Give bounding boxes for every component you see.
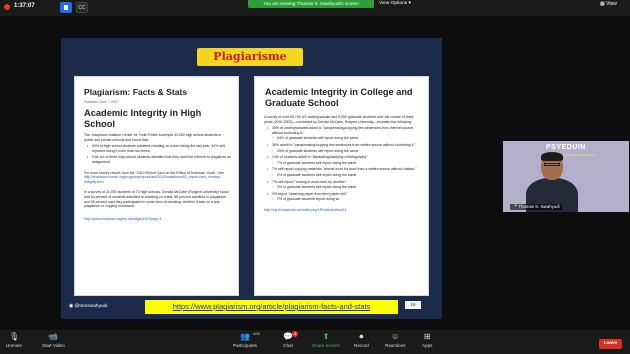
slide-handle-text: @tomswahyudi	[74, 304, 108, 309]
share-screen-label: Share Screen	[312, 343, 341, 348]
slide-title: Plagiarisme	[213, 50, 287, 63]
slide-title-banner: Plagiarisme	[197, 48, 303, 66]
panel1-bullet: 59% of high school students admitted che…	[87, 144, 231, 153]
leave-button[interactable]: Leave	[599, 339, 622, 349]
view-options-button[interactable]: View Options ▾	[379, 0, 411, 8]
presenter-glasses	[544, 163, 560, 166]
panel1-survey2: In a survey of 24,000 students at 70 hig…	[84, 190, 229, 209]
slide-panel-high-school: Plagiarism: Facts & Stats Published June…	[74, 76, 239, 296]
view-label: View	[606, 1, 617, 7]
slide-url-link[interactable]: https://www.plagiarism.org/article/plagi…	[145, 300, 398, 314]
record-button[interactable]: ⏺ Record	[354, 332, 369, 348]
share-screen-button[interactable]: ⬆ Share Screen	[312, 332, 340, 348]
stop-share-icon[interactable]	[60, 2, 72, 13]
panel2-intro: A survey of over 63,700 US undergraduate…	[264, 115, 414, 124]
panel1-published: Published June 7, 2017	[84, 100, 119, 104]
reactions-icon: ☺	[391, 332, 400, 341]
panel1-bullet: One out of three high school students ad…	[87, 155, 231, 164]
chat-label: Chat	[283, 343, 293, 348]
panel1-heading: Plagiarism: Facts & Stats	[84, 87, 188, 97]
panel2-item: 7% self report "turning in work done by …	[267, 180, 421, 185]
record-label: Record	[354, 343, 369, 348]
unmute-label: Unmute	[6, 343, 23, 348]
slide-url-banner: https://www.plagiarism.org/article/plagi…	[145, 300, 398, 314]
panel2-subitem: 25% of graduate students self report doi…	[272, 149, 421, 154]
video-brand-text: PSYEDUIN	[546, 144, 586, 151]
reactions-button[interactable]: ☺ Reactions	[385, 332, 405, 348]
chat-badge: 2	[292, 331, 299, 337]
chat-button[interactable]: 💬 2 Chat	[283, 331, 299, 348]
panel2-subitem: 4% of graduate students self report doin…	[272, 173, 421, 178]
record-icon: ⏺	[359, 332, 364, 341]
microphone-muted-icon: 🎙	[9, 332, 20, 341]
panel2-heading: Academic Integrity in College and Gradua…	[265, 87, 413, 108]
share-screen-icon: ⬆	[322, 332, 330, 341]
video-camera-off-icon: 📹	[48, 332, 59, 341]
meeting-top-bar: 1:37:07 CC You are viewing Thomas S. Isw…	[0, 0, 630, 16]
meeting-timer: 1:37:07	[14, 3, 35, 9]
panel2-subitem: 2% of graduate students report doing so	[272, 197, 421, 202]
participants-count: 103	[253, 331, 260, 336]
captions-button[interactable]: CC	[76, 2, 88, 13]
reactions-label: Reactions	[385, 343, 406, 348]
panel2-item: 38% admit to "paraphrasing/copying few s…	[267, 143, 421, 148]
panel1-intro: The Josephson Institute Center for Youth…	[84, 133, 222, 142]
start-video-label: Start Video	[42, 343, 65, 348]
meeting-toolbar: 🎙 Unmute 📹 Start Video 👥 103 Participant…	[0, 330, 630, 354]
panel2-item: 7% self report copying materials "almost…	[267, 167, 421, 172]
participants-label: Participants	[233, 343, 258, 348]
shared-screen: Plagiarisme Plagiarism: Facts & Stats Pu…	[61, 38, 442, 319]
apps-button[interactable]: ⊞ Apps	[422, 332, 432, 348]
viewing-screen-banner: You are viewing Thomas S. Iswahyudi's sc…	[248, 0, 374, 8]
panel2-subitem: 7% of graduate students self report doin…	[272, 161, 421, 166]
panel2-item: 36% of undergraduates admit to "paraphra…	[267, 126, 421, 135]
presenter-name: Thomas S. Iswahyudi	[518, 204, 560, 209]
view-button[interactable]: ▦ View	[600, 1, 617, 7]
panel2-subitem: 3% of graduate students self report doin…	[272, 185, 421, 190]
apps-icon: ⊞	[423, 332, 431, 341]
apps-label: Apps	[422, 343, 433, 348]
recording-dot-icon	[4, 4, 10, 10]
panel2-source-link[interactable]: http://ejs.ril.unsa.edu.au/index.php/IJE…	[264, 208, 421, 213]
presenter-hair	[541, 152, 563, 161]
participants-button[interactable]: 👥 103 Participants	[233, 331, 260, 348]
panel1-subheading: Academic Integrity in High School	[84, 108, 202, 129]
panel2-item: 3% report "obtaining paper from term pap…	[267, 192, 421, 197]
slide-panel-college: Academic Integrity in College and Gradua…	[254, 76, 429, 296]
unmute-button[interactable]: 🎙 Unmute	[6, 332, 22, 348]
participants-icon: 👥	[240, 332, 250, 341]
slide-handle: ◉ @tomswahyudi	[69, 304, 108, 309]
presenter-name-label: 🎤 Thomas S. Iswahyudi	[510, 204, 562, 210]
start-video-button[interactable]: 📹 Start Video	[42, 332, 65, 348]
panel1-more-link[interactable]: http://charactercounts.org/programs/repo…	[84, 175, 231, 184]
slide-page-number: 16	[405, 301, 421, 309]
presenter-video[interactable]: PSYEDUIN Psychology Education Indonesia …	[503, 141, 629, 212]
panel2-subitem: 24% of graduate students self report doi…	[272, 136, 421, 141]
panel1-source-link[interactable]: http://www.business.rutgers.edu/tags/332…	[84, 217, 231, 222]
panel2-item: 14% of students admit to "fabricating/fa…	[267, 155, 421, 160]
